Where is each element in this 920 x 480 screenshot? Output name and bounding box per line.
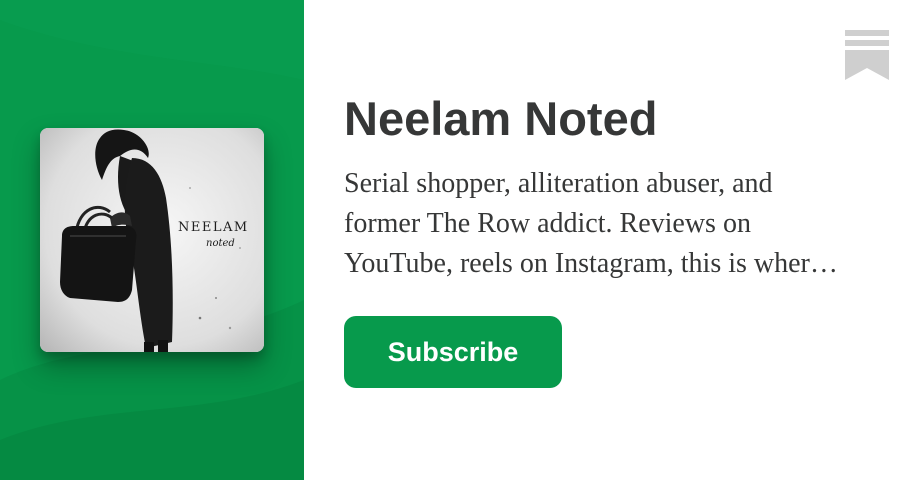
cover-panel: NEELAM noted <box>0 0 304 480</box>
cover-subtitle-text: noted <box>206 238 235 249</box>
description-line: Serial shopper, alliteration abuser, and <box>344 168 773 199</box>
publication-description: Serial shopper, alliteration abuser, and… <box>344 164 884 284</box>
publication-card: NEELAM noted Neelam Noted Serial shopper… <box>0 0 920 480</box>
subscribe-button[interactable]: Subscribe <box>344 316 562 388</box>
description-line: YouTube, reels on Instagram, this is whe… <box>344 248 838 279</box>
description-line: former The Row addict. Reviews on <box>344 208 751 239</box>
cover-image: NEELAM noted <box>40 128 264 352</box>
publication-title: Neelam Noted <box>344 92 658 145</box>
cover-title-text: NEELAM <box>178 220 249 235</box>
bookmark-icon[interactable] <box>845 30 889 80</box>
